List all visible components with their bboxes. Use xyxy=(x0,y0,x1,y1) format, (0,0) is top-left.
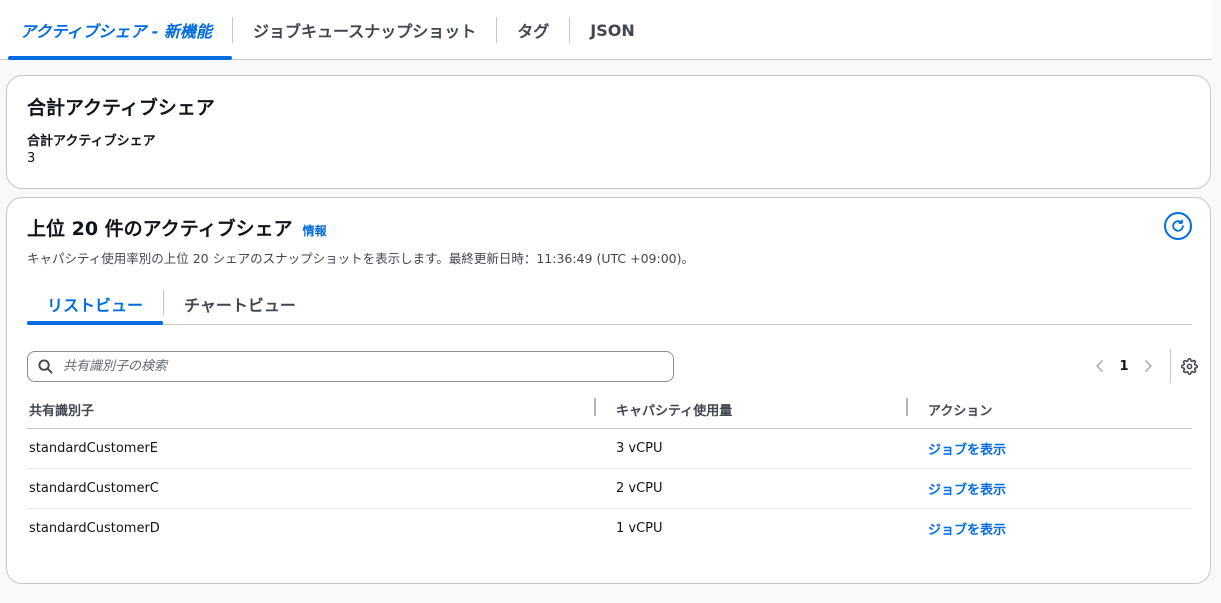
tab-job-queue-snapshot[interactable]: ジョブキュースナップショット xyxy=(233,1,496,59)
view-tabs: リストビュー チャートビュー xyxy=(27,282,1192,325)
total-card-title: 合計アクティブシェア xyxy=(27,97,215,119)
preferences-button[interactable] xyxy=(1181,357,1198,375)
total-active-shares-label: 合計アクティブシェア xyxy=(27,134,156,149)
table-row: standardCustomerD 1 vCPU ジョブを表示 xyxy=(27,509,1192,548)
action-cell: ジョブを表示 xyxy=(926,439,1192,458)
chevron-right-icon xyxy=(1145,360,1152,372)
column-header-capacity: キャパシティ使用量 xyxy=(594,397,926,419)
share-id-cell: standardCustomerD xyxy=(29,521,160,536)
search-icon xyxy=(38,359,53,374)
share-id-cell: standardCustomerE xyxy=(29,441,159,456)
top-active-shares-card: 上位 20 件のアクティブシェア 情報 キャパシティ使用率別の上位 20 シェア… xyxy=(6,197,1211,584)
tab-list-view[interactable]: リストビュー xyxy=(27,284,164,325)
refresh-button[interactable] xyxy=(1164,212,1192,240)
chevron-left-icon xyxy=(1096,360,1103,372)
pagination: 1 xyxy=(1086,348,1198,384)
capacity-cell: 1 vCPU xyxy=(616,521,663,536)
top-tabs: アクティブシェア - 新機能 ジョブキュースナップショット タグ JSON xyxy=(0,0,1212,60)
page-number[interactable]: 1 xyxy=(1114,359,1134,374)
share-id-search-input[interactable] xyxy=(61,358,673,375)
info-link[interactable]: 情報 xyxy=(303,222,327,239)
view-jobs-link[interactable]: ジョブを表示 xyxy=(928,443,1006,458)
table-row: standardCustomerE 3 vCPU ジョブを表示 xyxy=(27,429,1192,469)
column-header-action: アクション xyxy=(906,397,1192,419)
top-card-header: 上位 20 件のアクティブシェア 情報 xyxy=(27,214,327,241)
tab-tags[interactable]: タグ xyxy=(497,1,569,59)
total-active-shares-card: 合計アクティブシェア 合計アクティブシェア 3 xyxy=(6,75,1211,189)
shares-table: 共有識別子 キャパシティ使用量 アクション standardCustomerE … xyxy=(27,390,1192,548)
search-box xyxy=(27,351,674,382)
gear-icon xyxy=(1181,357,1198,375)
table-header: 共有識別子 キャパシティ使用量 アクション xyxy=(27,390,1192,429)
pagination-divider xyxy=(1170,349,1171,383)
top-card-title: 上位 20 件のアクティブシェア xyxy=(27,218,293,240)
action-cell: ジョブを表示 xyxy=(926,479,1192,498)
next-page-button[interactable] xyxy=(1134,359,1162,373)
column-header-share-id: 共有識別子 xyxy=(29,403,95,419)
tab-chart-view[interactable]: チャートビュー xyxy=(164,284,316,324)
refresh-icon xyxy=(1172,219,1184,232)
top-card-description: キャパシティ使用率別の上位 20 シェアのスナップショットを表示します。最終更新… xyxy=(27,251,694,266)
view-jobs-link[interactable]: ジョブを表示 xyxy=(928,523,1006,538)
table-row: standardCustomerC 2 vCPU ジョブを表示 xyxy=(27,469,1192,509)
capacity-cell: 2 vCPU xyxy=(616,481,663,496)
total-active-shares-value: 3 xyxy=(27,151,36,166)
share-id-cell: standardCustomerC xyxy=(29,481,159,496)
previous-page-button[interactable] xyxy=(1086,359,1114,373)
view-jobs-link[interactable]: ジョブを表示 xyxy=(928,483,1006,498)
capacity-cell: 3 vCPU xyxy=(616,441,663,456)
tab-active-shares[interactable]: アクティブシェア - 新機能 xyxy=(0,1,233,60)
tab-json[interactable]: JSON xyxy=(570,1,654,59)
action-cell: ジョブを表示 xyxy=(926,519,1192,538)
